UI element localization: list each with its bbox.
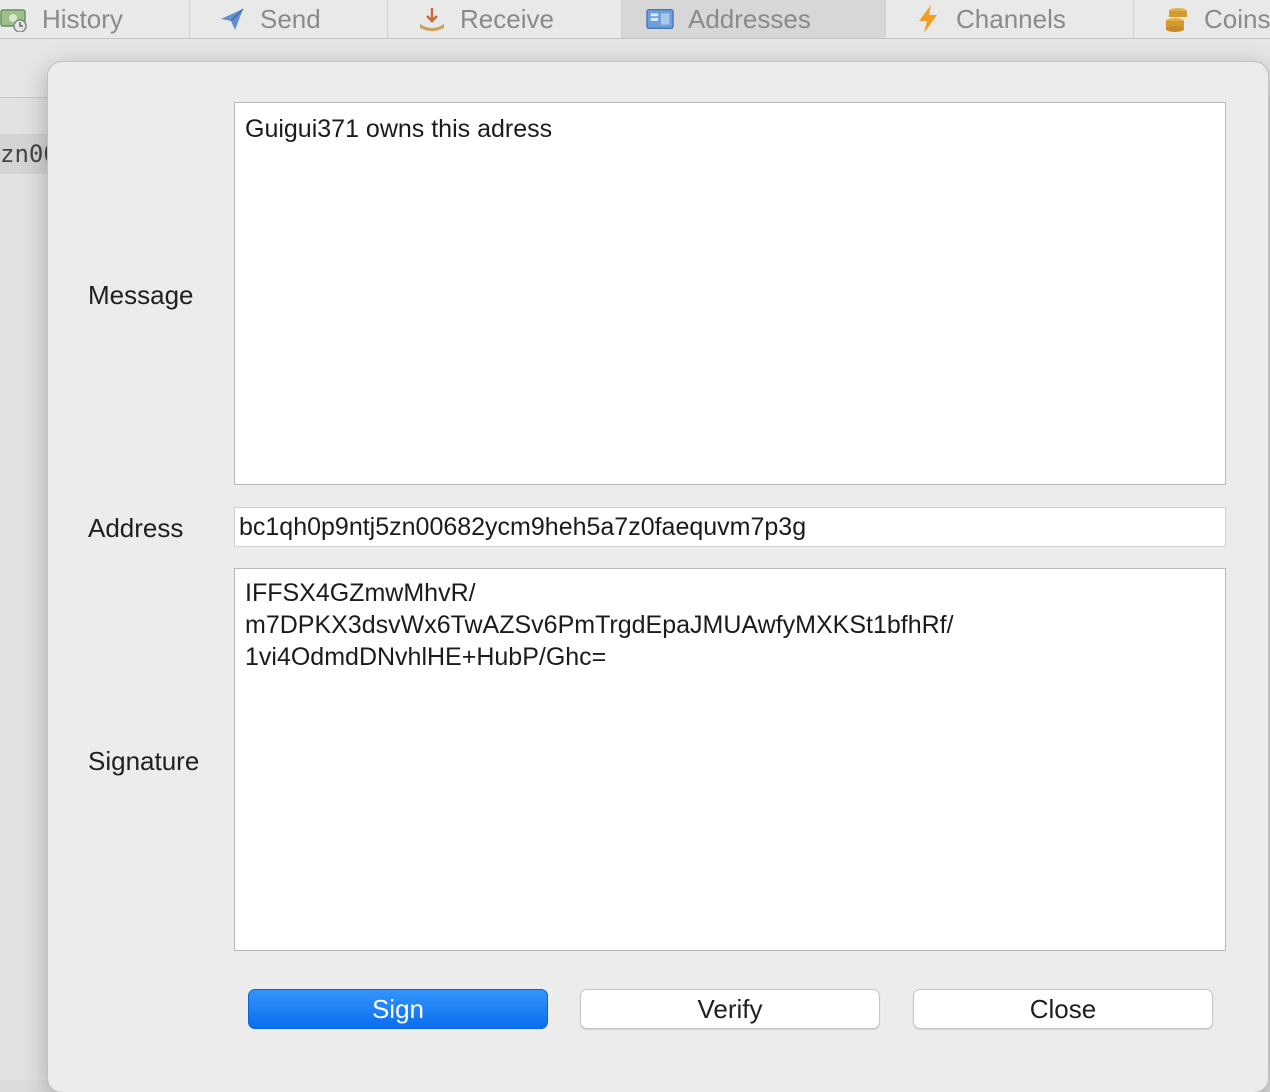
channels-icon [914, 5, 942, 33]
tab-addresses[interactable]: Addresses [622, 0, 886, 38]
address-label: Address [88, 513, 184, 543]
sign-verify-message-dialog: Message Guigui371 owns this adress Addre… [48, 62, 1268, 1092]
receive-icon [418, 5, 446, 33]
coins-icon [1164, 5, 1190, 33]
tab-coins[interactable]: Coins [1134, 0, 1270, 38]
tab-addresses-label: Addresses [688, 3, 811, 34]
addresses-icon [646, 5, 674, 33]
tab-channels-label: Channels [956, 3, 1066, 34]
message-text-area[interactable]: Guigui371 owns this adress [234, 102, 1226, 485]
send-icon [218, 5, 246, 33]
history-icon [0, 5, 28, 33]
tab-coins-label: Coins [1204, 3, 1270, 34]
tab-send[interactable]: Send [190, 0, 388, 38]
tab-send-label: Send [260, 3, 321, 34]
verify-button[interactable]: Verify [580, 989, 880, 1029]
close-button[interactable]: Close [913, 989, 1213, 1029]
tab-receive-label: Receive [460, 3, 554, 34]
tab-history[interactable]: History [0, 0, 190, 38]
tab-history-label: History [42, 3, 123, 34]
sign-button[interactable]: Sign [248, 989, 548, 1029]
main-tab-bar: History Send Receive Addresses Channels … [0, 0, 1270, 39]
tab-channels[interactable]: Channels [886, 0, 1134, 38]
signature-label: Signature [88, 746, 200, 776]
signature-text-area[interactable]: IFFSX4GZmwMhvR/ m7DPKX3dsvWx6TwAZSv6PmTr… [234, 568, 1226, 951]
address-field[interactable]: bc1qh0p9ntj5zn00682ycm9heh5a7z0faequvm7p… [234, 507, 1226, 547]
tab-receive[interactable]: Receive [388, 0, 622, 38]
message-label: Message [88, 280, 194, 310]
